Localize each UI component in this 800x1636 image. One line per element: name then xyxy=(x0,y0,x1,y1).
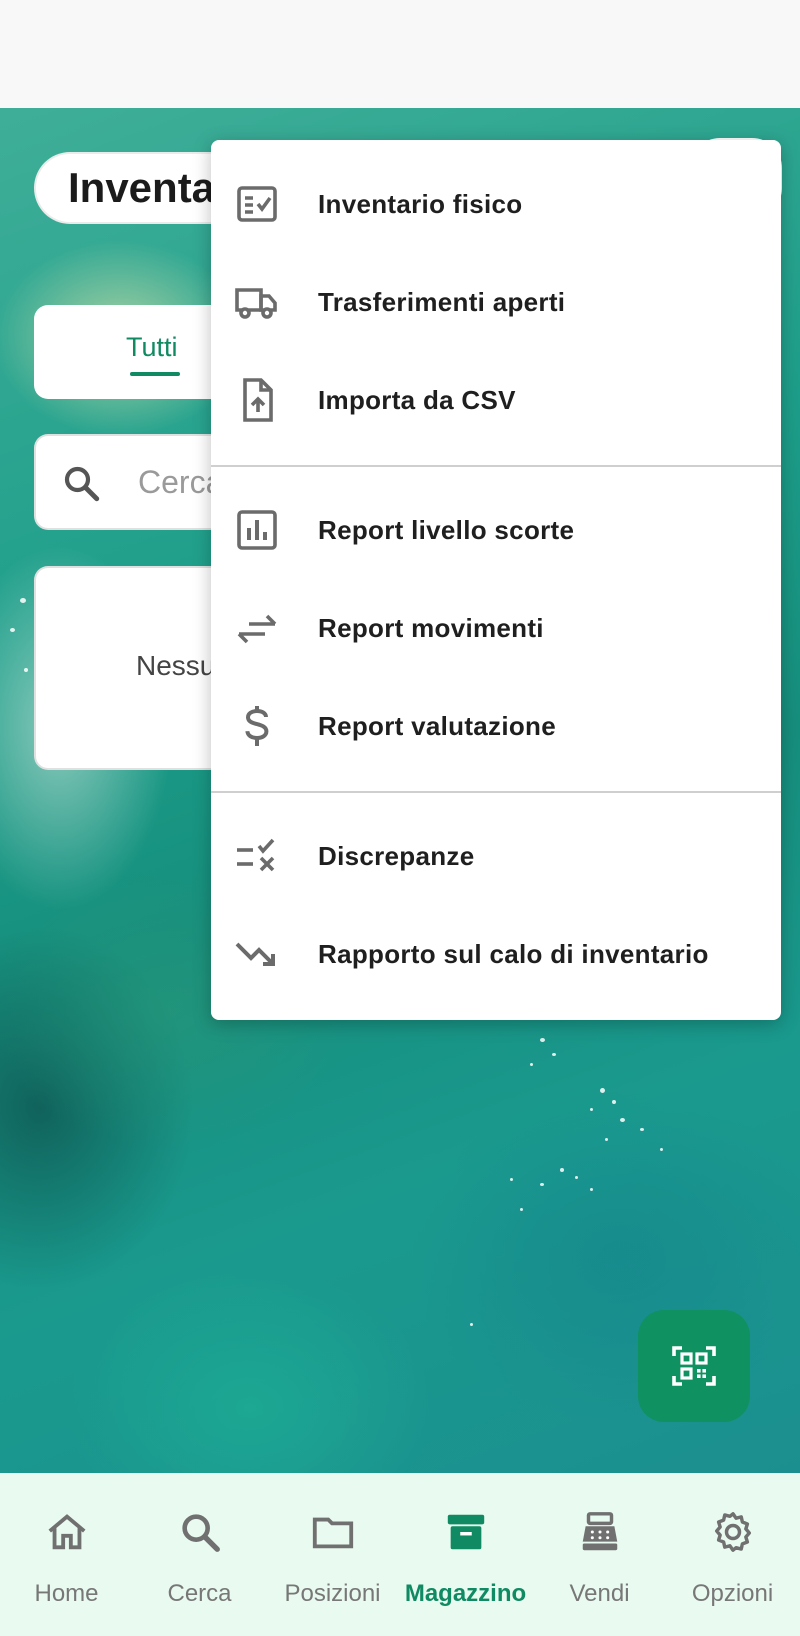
cash-register-icon xyxy=(582,1512,618,1551)
menu-item-label: Report valutazione xyxy=(318,711,556,741)
menu-item-inventario-fisico[interactable]: Inventario fisico xyxy=(211,155,781,253)
menu-item-label: Report livello scorte xyxy=(318,515,575,545)
status-bar xyxy=(0,0,800,108)
trending-down-icon xyxy=(235,942,275,966)
menu-item-rapporto-calo-inventario[interactable]: Rapporto sul calo di inventario xyxy=(211,905,781,1003)
menu-divider xyxy=(211,791,781,793)
tab-tutti[interactable]: Tutti xyxy=(126,332,178,363)
truck-icon xyxy=(235,288,277,319)
overflow-menu: Inventario fisico Trasferimenti aperti I… xyxy=(211,140,781,1020)
nav-item-vendi[interactable]: Vendi xyxy=(533,1473,666,1636)
nav-item-posizioni[interactable]: Posizioni xyxy=(266,1473,399,1636)
menu-item-report-livello-scorte[interactable]: Report livello scorte xyxy=(211,481,781,579)
nav-label: Vendi xyxy=(569,1580,630,1607)
menu-item-label: Inventario fisico xyxy=(318,189,523,219)
page-title-text: Inventa xyxy=(68,164,216,211)
menu-item-label: Importa da CSV xyxy=(318,385,516,415)
menu-item-trasferimenti-aperti[interactable]: Trasferimenti aperti xyxy=(211,253,781,351)
nav-label: Cerca xyxy=(167,1580,232,1607)
nav-label: Magazzino xyxy=(404,1580,527,1607)
empty-state-text: Nessu xyxy=(136,650,216,681)
search-icon xyxy=(64,466,100,502)
menu-item-label: Trasferimenti aperti xyxy=(318,287,566,317)
menu-item-discrepanze[interactable]: Discrepanze xyxy=(211,807,781,905)
qr-scan-button[interactable] xyxy=(638,1310,750,1422)
nav-item-home[interactable]: Home xyxy=(0,1473,133,1636)
tab-active-indicator xyxy=(130,372,180,376)
home-icon xyxy=(48,1514,86,1550)
menu-item-importa-csv[interactable]: Importa da CSV xyxy=(211,351,781,449)
nav-item-cerca[interactable]: Cerca xyxy=(133,1473,266,1636)
menu-item-report-movimenti[interactable]: Report movimenti xyxy=(211,579,781,677)
swap-arrows-icon xyxy=(237,614,277,644)
menu-item-label: Report movimenti xyxy=(318,613,544,643)
menu-item-label: Discrepanze xyxy=(318,841,475,871)
qr-scan-icon xyxy=(672,1346,716,1386)
folder-icon xyxy=(312,1517,354,1549)
menu-item-label: Rapporto sul calo di inventario xyxy=(318,939,709,969)
menu-item-report-valutazione[interactable]: Report valutazione xyxy=(211,677,781,775)
bar-chart-icon xyxy=(237,510,277,550)
checklist-icon xyxy=(237,186,277,222)
search-icon xyxy=(182,1514,220,1552)
nav-item-magazzino[interactable]: Magazzino xyxy=(399,1473,532,1636)
nav-label: Posizioni xyxy=(284,1580,381,1607)
archive-icon xyxy=(447,1514,485,1550)
file-upload-icon xyxy=(243,378,273,422)
nav-label: Home xyxy=(34,1580,99,1607)
rule-icon xyxy=(237,838,275,872)
bottom-navigation: Home Cerca Posizioni Magazzino Vendi Opz… xyxy=(0,1473,800,1636)
menu-divider xyxy=(211,465,781,467)
dollar-icon xyxy=(245,706,269,746)
nav-label: Opzioni xyxy=(691,1580,774,1607)
nav-item-opzioni[interactable]: Opzioni xyxy=(666,1473,799,1636)
settings-gear-icon xyxy=(714,1512,752,1552)
